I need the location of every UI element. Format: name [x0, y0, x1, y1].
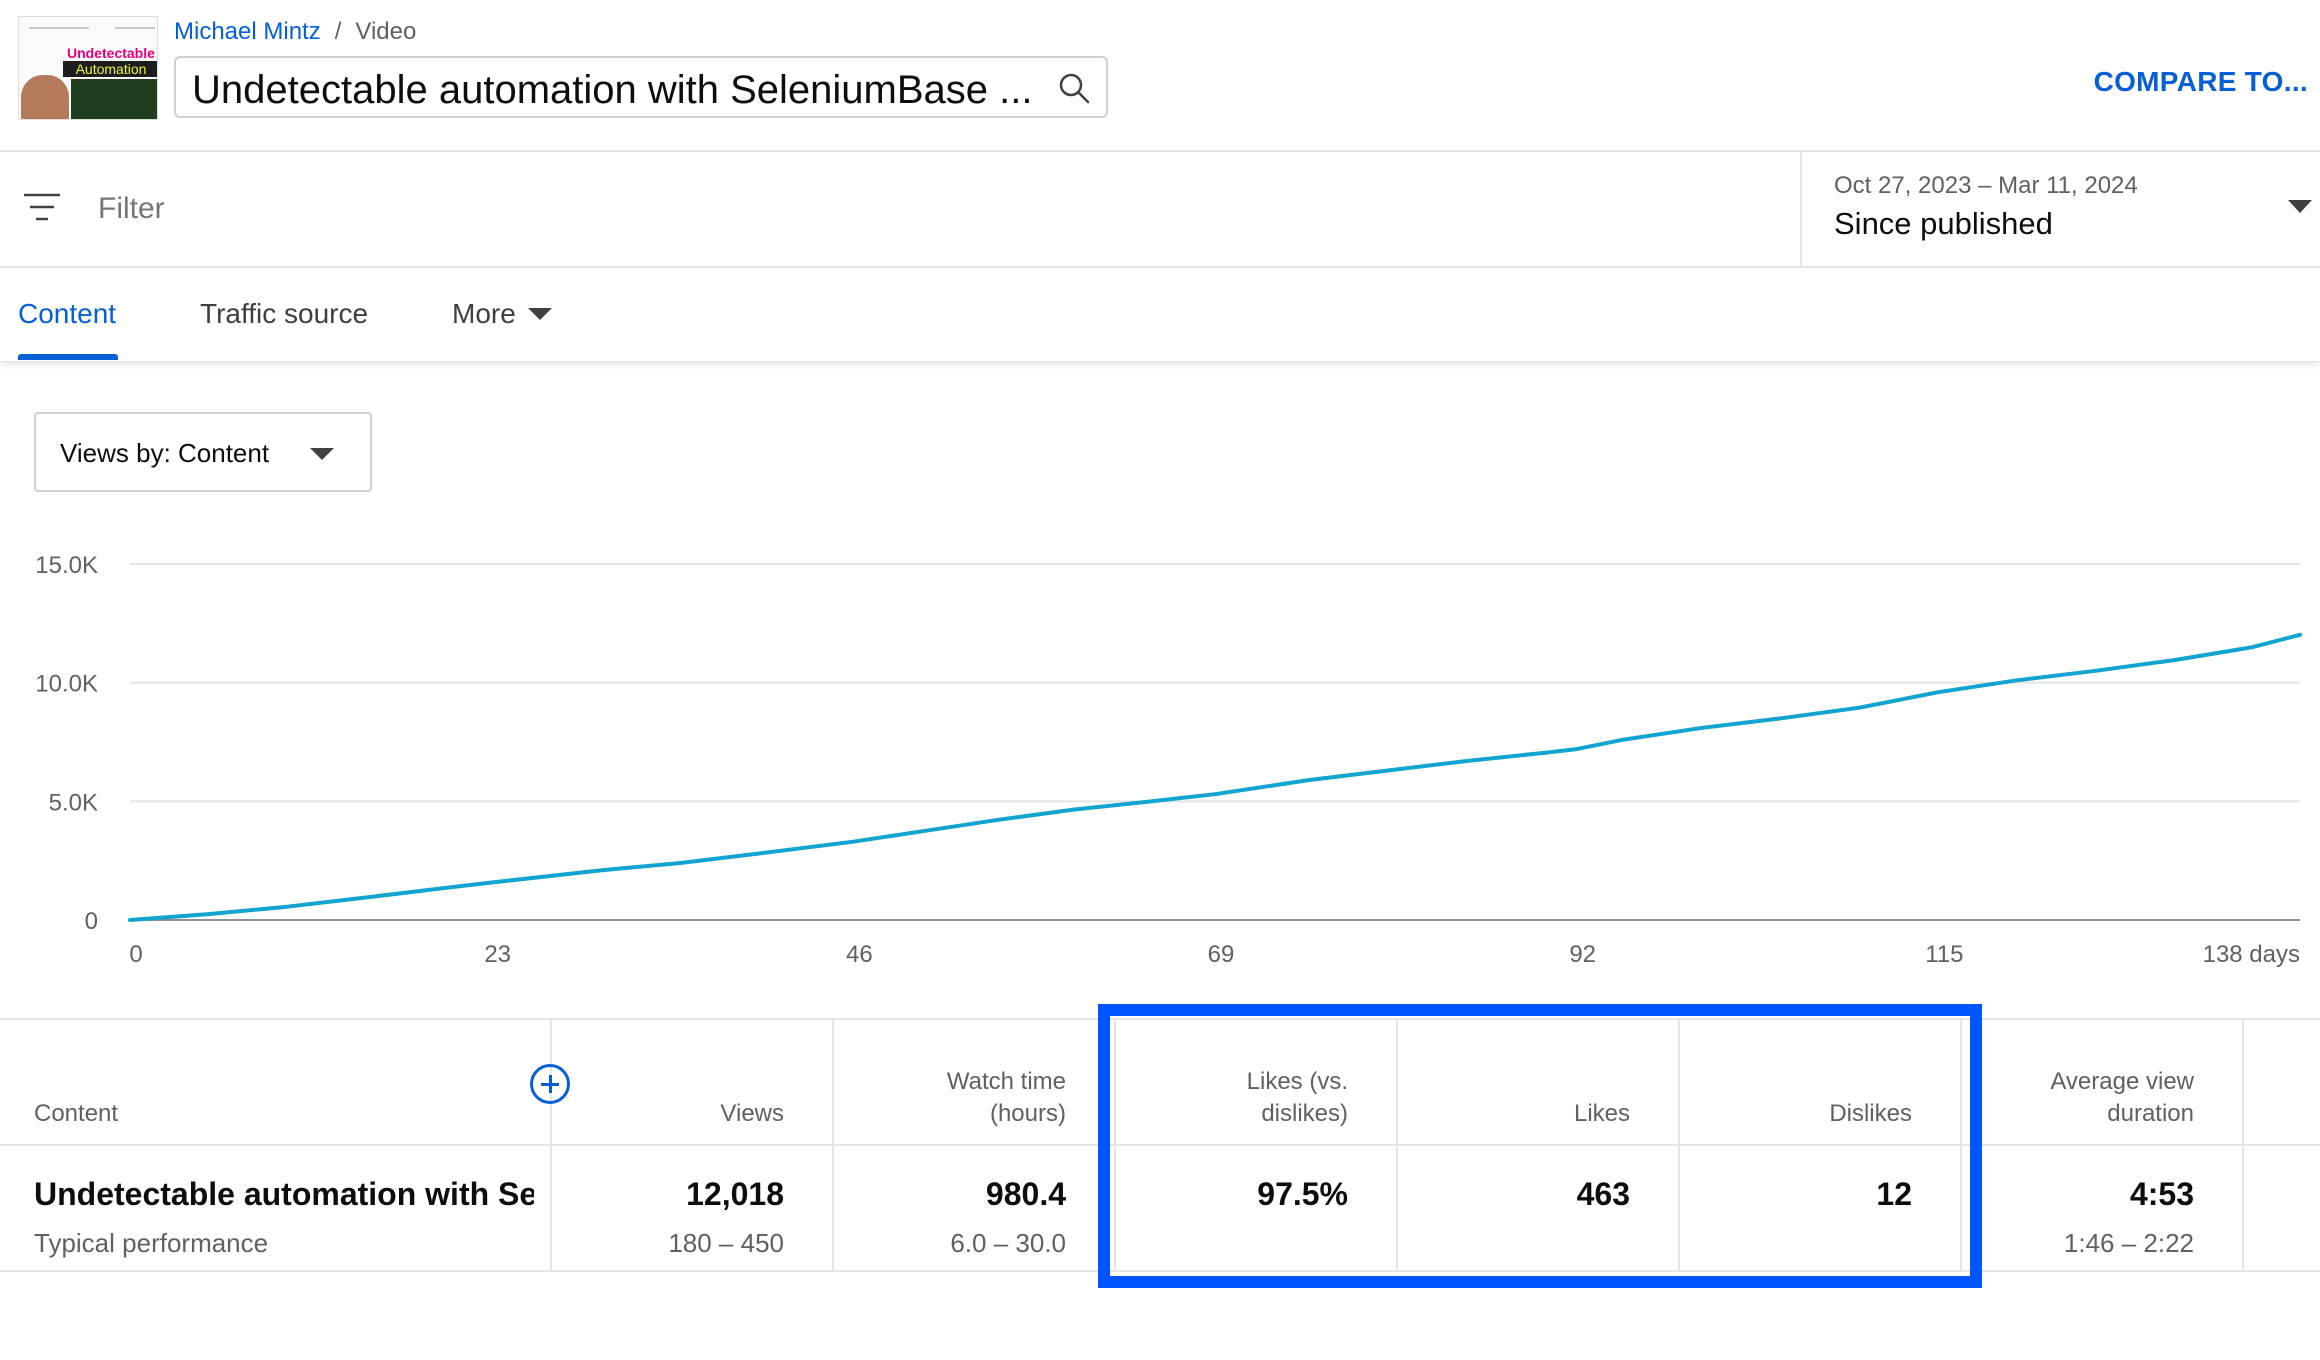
caret-down-icon [2288, 200, 2312, 213]
filter-bar: Filter Oct 27, 2023 – Mar 11, 2024 Since… [0, 152, 2320, 268]
filter-icon[interactable] [22, 192, 62, 222]
thumbnail-text: Undetectable [67, 45, 155, 61]
column-divider [2242, 1018, 2244, 1272]
row-watch-time-sub: 6.0 – 30.0 [950, 1228, 1066, 1258]
tab-traffic-source[interactable]: Traffic source [200, 298, 368, 330]
thumbnail-decoration [115, 27, 155, 29]
column-divider [550, 1018, 552, 1272]
views-chart: 0 5.0K 10.0K 15.0K 0 23 46 69 92 115 138 days [0, 540, 2320, 980]
x-tick-label: 23 [484, 941, 511, 968]
header-avg-view-line1: Average view [2050, 1068, 2194, 1095]
row-views-sub: 180 – 450 [668, 1228, 784, 1258]
row-average-view-duration: 4:53 [2129, 1176, 2194, 1212]
row-content-sub: Typical performance [34, 1228, 269, 1258]
breadcrumb-channel-link[interactable]: Michael Mintz [174, 18, 321, 45]
highlight-box [1098, 1004, 1982, 1288]
x-tick-label: 46 [846, 941, 873, 968]
date-range-label: Since published [1834, 206, 2053, 241]
header-avg-view-line2: duration [2107, 1100, 2194, 1127]
x-tick-label: 0 [129, 941, 142, 968]
header-content[interactable]: Content [34, 1098, 118, 1130]
row-average-view-duration-sub: 1:46 – 2:22 [2063, 1228, 2194, 1258]
header-views[interactable]: Views [580, 1098, 784, 1130]
row-watch-time: 980.4 [985, 1176, 1066, 1212]
thumbnail-face [21, 75, 69, 119]
page-header: Undetectable Automation Michael Mintz / Vi… [0, 0, 2320, 152]
header-watch-time-line1: Watch time [946, 1068, 1066, 1095]
x-tick-label: 69 [1208, 941, 1235, 968]
series-line-views [128, 632, 2302, 922]
breadcrumb-separator: / [334, 18, 342, 45]
tab-more[interactable]: More [452, 298, 552, 330]
caret-down-icon [310, 448, 334, 460]
column-divider [832, 1018, 834, 1272]
caret-down-icon [527, 307, 552, 320]
breadcrumb-page: Video [355, 18, 417, 45]
row-views: 12,018 [686, 1176, 784, 1212]
add-column-icon[interactable] [530, 1064, 570, 1104]
tab-more-label: More [452, 298, 516, 329]
views-line-chart: 0 5.0K 10.0K 15.0K 0 23 46 69 92 115 138 days [35, 552, 2302, 968]
video-thumbnail[interactable]: Undetectable Automation [18, 16, 158, 120]
views-by-label: Views by: Content [60, 438, 270, 468]
date-range-text: Oct 27, 2023 – Mar 11, 2024 [1834, 172, 2138, 199]
header-average-view-duration[interactable]: Average view duration [1990, 1066, 2194, 1130]
views-by-dropdown[interactable]: Views by: Content [34, 412, 372, 492]
x-tick-label: 138 days [2203, 941, 2300, 968]
x-tick-label: 92 [1569, 941, 1596, 968]
search-icon[interactable] [1058, 72, 1090, 104]
filter-input[interactable]: Filter [98, 192, 165, 226]
date-range-picker[interactable]: Oct 27, 2023 – Mar 11, 2024 Since publis… [1800, 152, 2320, 268]
y-tick-label: 0 [85, 908, 98, 935]
header-watch-time[interactable]: Watch time (hours) [862, 1066, 1066, 1130]
tab-bar: Content Traffic source More [0, 268, 2320, 362]
thumbnail-decoration [29, 27, 89, 29]
thumbnail-text: Automation [63, 61, 157, 77]
video-select-field[interactable]: Undetectable automation with SeleniumBas… [174, 56, 1108, 118]
active-tab-indicator [18, 354, 118, 360]
breadcrumb: Michael Mintz / Video [174, 18, 416, 46]
y-tick-label: 15.0K [35, 552, 98, 579]
row-content-title[interactable]: Undetectable automation with Se... [34, 1176, 534, 1213]
thumbnail-board [71, 79, 157, 119]
video-title: Undetectable automation with SeleniumBas… [192, 68, 1033, 112]
header-watch-time-line2: (hours) [989, 1100, 1066, 1127]
y-tick-label: 10.0K [35, 671, 98, 698]
compare-to-button[interactable]: COMPARE TO... [2094, 66, 2308, 98]
tab-content[interactable]: Content [18, 298, 116, 330]
y-tick-label: 5.0K [49, 789, 98, 816]
x-tick-label: 115 [1925, 941, 1963, 968]
